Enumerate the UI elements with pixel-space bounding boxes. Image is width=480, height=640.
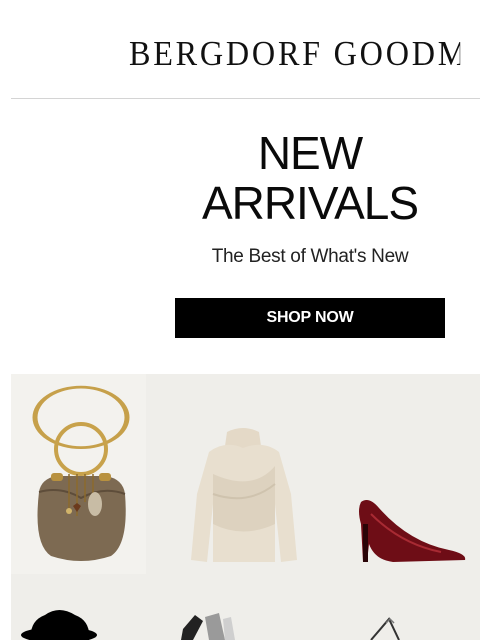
shop-now-button[interactable]: SHOP NOW — [175, 298, 445, 338]
product-sweater[interactable] — [163, 374, 323, 574]
headline-line-1: NEW — [257, 127, 363, 179]
product-hat[interactable] — [11, 579, 146, 640]
product-heel[interactable] — [331, 374, 480, 574]
product-handbag[interactable] — [11, 374, 146, 574]
boots-icon — [181, 613, 235, 640]
product-strap-bag[interactable] — [331, 579, 480, 640]
brand-logo[interactable]: BERGDORF GOODMAN — [129, 34, 460, 74]
hat-icon — [21, 610, 97, 640]
header-divider — [11, 98, 480, 99]
headline-line-2: ARRIVALS — [201, 177, 419, 229]
sweater-icon — [191, 428, 297, 562]
subheadline: The Best of What's New — [211, 246, 409, 267]
pump-heel-icon — [359, 500, 466, 562]
strap-bag-icon — [370, 617, 400, 640]
product-grid — [11, 374, 480, 640]
product-boots[interactable] — [163, 579, 323, 640]
handbag-icon — [32, 385, 130, 561]
